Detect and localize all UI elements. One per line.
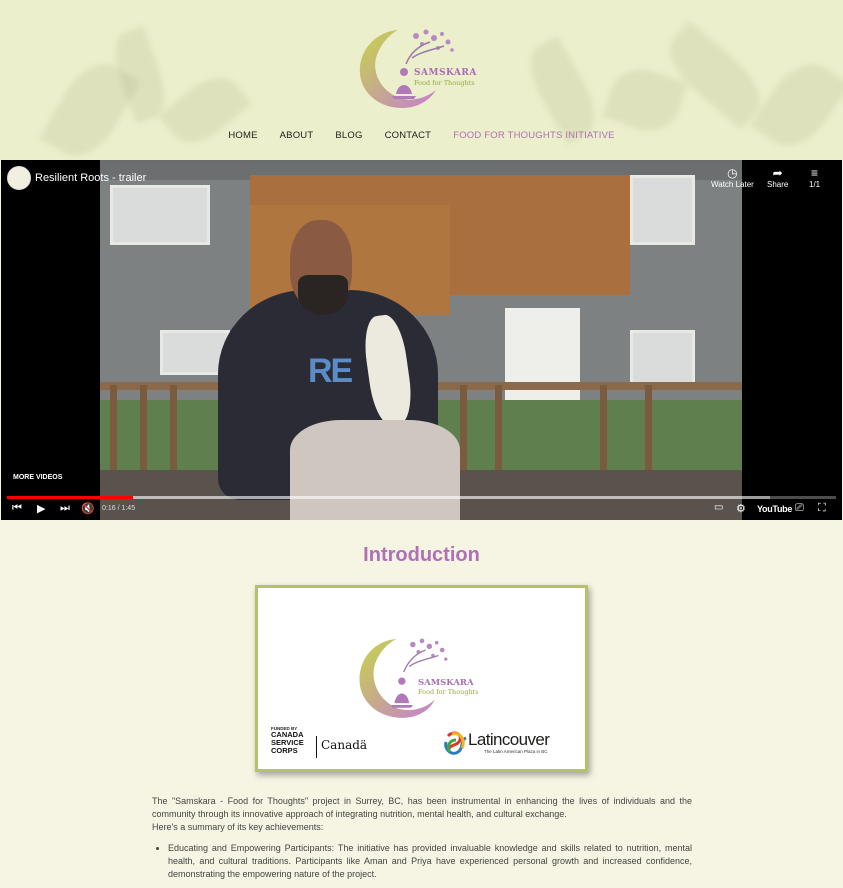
decorative-leaf-shadow [601,59,689,141]
share-label: Share [767,180,789,189]
achievement-list: Educating and Empowering Participants: T… [152,842,692,881]
share-button[interactable]: ➦ Share [767,166,788,189]
video-time: 0:16 / 1:45 [102,505,136,512]
fullscreen-icon[interactable]: ⛶ [818,502,826,515]
subtitles-icon[interactable]: ▭ [714,502,723,513]
gear-icon[interactable]: ⚙ [736,502,746,515]
watch-later-label: Watch Later [711,180,754,189]
card-brand-tagline: Food for Thoughts [418,688,479,696]
video-fence-post [110,385,117,475]
more-videos-label[interactable]: MORE VIDEOS [13,474,62,481]
csc-line-3: CORPS [271,746,298,755]
video-fence-post [170,385,177,475]
site-header: SAMSKARA Food for Thoughts HOME ABOUT BL… [0,0,843,160]
shirt-print: RE [308,352,353,390]
logo-divider [316,736,317,758]
decorative-leaf-shadow [158,65,252,155]
intro-summary-lead: Here's a summary of its key achievements… [152,822,324,832]
cast-icon[interactable]: ⎚ [795,502,804,515]
video-fence-post [460,385,467,475]
canada-wordmark: Canadä [321,738,368,752]
volume-muted-icon[interactable]: 🔇 [81,502,95,515]
video-title[interactable]: Resilient Roots - trailer [35,172,146,184]
skip-previous-icon[interactable]: ⏮ [12,502,22,515]
logo-brand: SAMSKARA [414,68,477,78]
latincouver-subtitle: The Latin American Plaza in BC [484,749,548,754]
canada-service-corps-logo: FUNDED BY CANADA SERVICE CORPS Canadä [271,726,367,758]
sponsor-card: SAMSKARA Food for Thoughts FUNDED BY CAN… [255,585,588,772]
intro-paragraph: The "Samskara - Food for Thoughts" proje… [152,796,692,819]
playlist-count: 1/1 [809,180,821,189]
main-nav: HOME ABOUT BLOG CONTACT FOOD FOR THOUGHT… [0,130,843,141]
video-top-bar: Resilient Roots - trailer ◷ Watch Later … [1,160,842,200]
nav-home[interactable]: HOME [217,130,268,141]
channel-avatar[interactable] [7,166,31,190]
logo-tagline: Food for Thoughts [414,79,475,87]
youtube-logo[interactable]: YouTube [757,504,792,514]
latincouver-wordmark: Latincouver [468,730,550,749]
video-person-lap [290,420,460,520]
card-brand: SAMSKARA Food for Thoughts [418,678,479,696]
video-person-beard [298,275,348,315]
intro-body: The "Samskara - Food for Thoughts" proje… [152,795,692,881]
video-fence-post [495,385,502,475]
skip-next-icon[interactable]: ⏭ [60,502,70,515]
video-fence-post [140,385,147,475]
section-title-introduction: Introduction [363,544,480,566]
latincouver-knot-icon [444,731,467,755]
decorative-leaf-shadow [518,35,607,145]
video-fence-post [645,385,652,475]
youtube-video-player[interactable]: RE Resilient Roots - trailer ◷ Watch Lat… [1,160,842,520]
playlist-button[interactable]: ≡ 1/1 [809,166,820,189]
nav-blog[interactable]: BLOG [324,130,373,141]
nav-food-for-thoughts-initiative[interactable]: FOOD FOR THOUGHTS INITIATIVE [442,130,625,141]
clock-icon: ◷ [727,166,738,180]
card-brand-name: SAMSKARA [418,678,474,688]
play-icon[interactable]: ▶ [37,502,45,515]
video-frame: RE [100,160,742,520]
logo-text: SAMSKARA Food for Thoughts [414,68,477,87]
site-logo[interactable]: SAMSKARA Food for Thoughts [356,24,476,112]
decorative-leaf-shadow [749,50,843,160]
progress-bar[interactable] [7,496,836,499]
list-item: Educating and Empowering Participants: T… [168,842,692,881]
watch-later-button[interactable]: ◷ Watch Later [711,166,754,189]
share-arrow-icon: ➦ [772,166,783,180]
video-fence-post [600,385,607,475]
nav-contact[interactable]: CONTACT [374,130,443,141]
video-window [630,330,695,390]
playlist-icon: ≡ [811,166,819,180]
latincouver-logo: Latincouver The Latin American Plaza in … [442,730,550,761]
nav-about[interactable]: ABOUT [269,130,325,141]
progress-played [7,496,133,499]
